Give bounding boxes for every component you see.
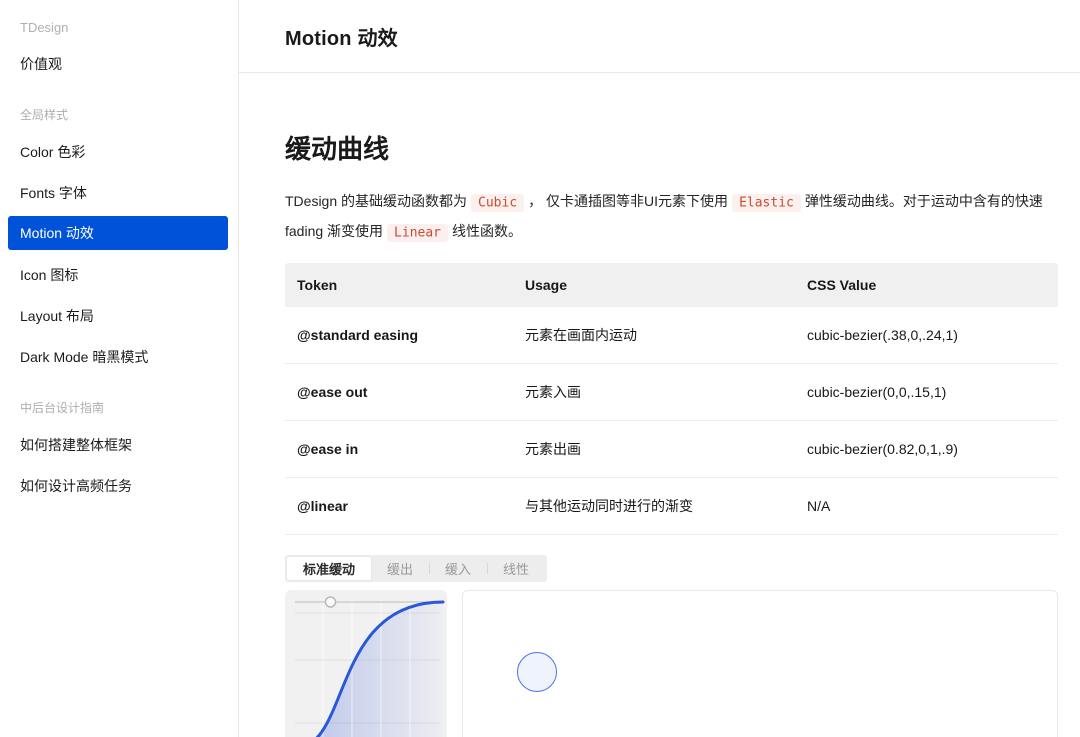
token-cell: @ease out — [285, 364, 513, 421]
sidebar-item-layout[interactable]: Layout 布局 — [0, 295, 238, 336]
code-chip-elastic: Elastic — [732, 194, 801, 212]
column-header-css-value: CSS Value — [795, 263, 1058, 307]
css-value-cell: cubic-bezier(0.82,0,1,.9) — [795, 421, 1058, 478]
page-title: Motion 动效 — [285, 22, 398, 51]
section-heading-easing-curve: 缓动曲线 — [285, 129, 1058, 166]
code-chip-linear: Linear — [387, 224, 448, 242]
css-value-cell: N/A — [795, 478, 1058, 535]
sidebar: TDesign 价值观 全局样式 Color 色彩 Fonts 字体 Motio… — [0, 0, 239, 737]
table-header-row: Token Usage CSS Value — [285, 263, 1058, 307]
sidebar-item-fonts[interactable]: Fonts 字体 — [0, 172, 238, 213]
intro-text-1: TDesign 的基础缓动函数都为 — [285, 193, 467, 209]
sidebar-item-color[interactable]: Color 色彩 — [0, 131, 238, 172]
easing-tabbar: 标准缓动 缓出 缓入 线性 — [285, 555, 547, 582]
table-row: @linear 与其他运动同时进行的渐变 N/A — [285, 478, 1058, 535]
token-cell: @linear — [285, 478, 513, 535]
sidebar-item-design-tasks[interactable]: 如何设计高频任务 — [0, 465, 238, 506]
easing-demo-row — [285, 590, 1058, 737]
intro-text-4: 线性函数。 — [452, 223, 522, 239]
table-row: @ease out 元素入画 cubic-bezier(0,0,.15,1) — [285, 364, 1058, 421]
tab-linear[interactable]: 线性 — [487, 557, 545, 580]
usage-cell: 与其他运动同时进行的渐变 — [513, 478, 795, 535]
intro-paragraph: TDesign 的基础缓动函数都为Cubic， 仅卡通插图等非UI元素下使用El… — [285, 187, 1058, 247]
animation-demo-canvas — [462, 590, 1058, 737]
intro-text-2: ， 仅卡通插图等非UI元素下使用 — [528, 193, 728, 209]
token-cell: @standard easing — [285, 307, 513, 364]
usage-cell: 元素入画 — [513, 364, 795, 421]
table-row: @ease in 元素出画 cubic-bezier(0.82,0,1,.9) — [285, 421, 1058, 478]
tab-standard-easing[interactable]: 标准缓动 — [287, 557, 371, 580]
bezier-graph-card — [285, 590, 447, 737]
token-cell: @ease in — [285, 421, 513, 478]
usage-cell: 元素出画 — [513, 421, 795, 478]
sidebar-item-values[interactable]: 价值观 — [0, 43, 238, 84]
sidebar-item-build-framework[interactable]: 如何搭建整体框架 — [0, 424, 238, 465]
sidebar-section-global-styles: 全局样式 — [0, 98, 238, 131]
easing-table: Token Usage CSS Value @standard easing 元… — [285, 263, 1058, 535]
bezier-graph — [285, 590, 447, 737]
sidebar-section-admin-guide: 中后台设计指南 — [0, 391, 238, 424]
css-value-cell: cubic-bezier(.38,0,.24,1) — [795, 307, 1058, 364]
column-header-usage: Usage — [513, 263, 795, 307]
main-content: Motion 动效 缓动曲线 TDesign 的基础缓动函数都为Cubic， 仅… — [239, 0, 1080, 737]
sidebar-item-icon[interactable]: Icon 图标 — [0, 254, 238, 295]
tab-ease-out[interactable]: 缓出 — [371, 557, 429, 580]
table-row: @standard easing 元素在画面内运动 cubic-bezier(.… — [285, 307, 1058, 364]
column-header-token: Token — [285, 263, 513, 307]
page-header: Motion 动效 — [239, 0, 1080, 73]
demo-ball — [517, 652, 557, 692]
sidebar-brand: TDesign — [0, 12, 238, 43]
sidebar-item-motion[interactable]: Motion 动效 — [8, 216, 228, 250]
code-chip-cubic: Cubic — [471, 194, 524, 212]
tab-ease-in[interactable]: 缓入 — [429, 557, 487, 580]
control-handle-top[interactable] — [326, 597, 336, 607]
curve-area-fill — [295, 602, 443, 737]
css-value-cell: cubic-bezier(0,0,.15,1) — [795, 364, 1058, 421]
usage-cell: 元素在画面内运动 — [513, 307, 795, 364]
sidebar-item-dark-mode[interactable]: Dark Mode 暗黑模式 — [0, 336, 238, 377]
